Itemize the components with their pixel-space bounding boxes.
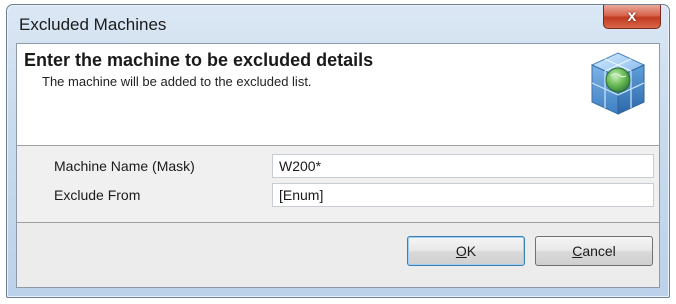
form-row-machine-name: Machine Name (Mask) W200* [17, 152, 659, 182]
button-bar: OK Cancel [17, 222, 659, 287]
machine-name-input[interactable]: W200* [272, 154, 654, 178]
close-icon: x [627, 7, 637, 25]
header-title: Enter the machine to be excluded details [24, 50, 374, 70]
cancel-label: ancel [582, 243, 616, 259]
cancel-mnemonic: C [572, 243, 583, 259]
ok-label: K [466, 243, 477, 259]
ok-button[interactable]: OK [407, 236, 525, 266]
dialog-window: Excluded Machines x Enter the machine to… [6, 4, 670, 298]
machine-name-label: Machine Name (Mask) [54, 158, 195, 174]
dialog-client-area: Enter the machine to be excluded details… [16, 43, 660, 288]
form-area: Machine Name (Mask) W200* Exclude From [… [17, 145, 659, 222]
globe-cube-icon [590, 52, 646, 115]
cancel-button[interactable]: Cancel [535, 236, 653, 266]
title-bar[interactable]: Excluded Machines x [7, 5, 669, 43]
ok-mnemonic: O [455, 243, 467, 259]
form-row-exclude-from: Exclude From [Enum] [17, 181, 659, 211]
exclude-from-input[interactable]: [Enum] [272, 183, 654, 207]
header-panel: Enter the machine to be excluded details… [17, 44, 659, 146]
close-button[interactable]: x [603, 5, 661, 29]
window-title: Excluded Machines [19, 15, 167, 34]
header-subtitle: The machine will be added to the exclude… [42, 74, 312, 89]
exclude-from-label: Exclude From [54, 187, 141, 203]
